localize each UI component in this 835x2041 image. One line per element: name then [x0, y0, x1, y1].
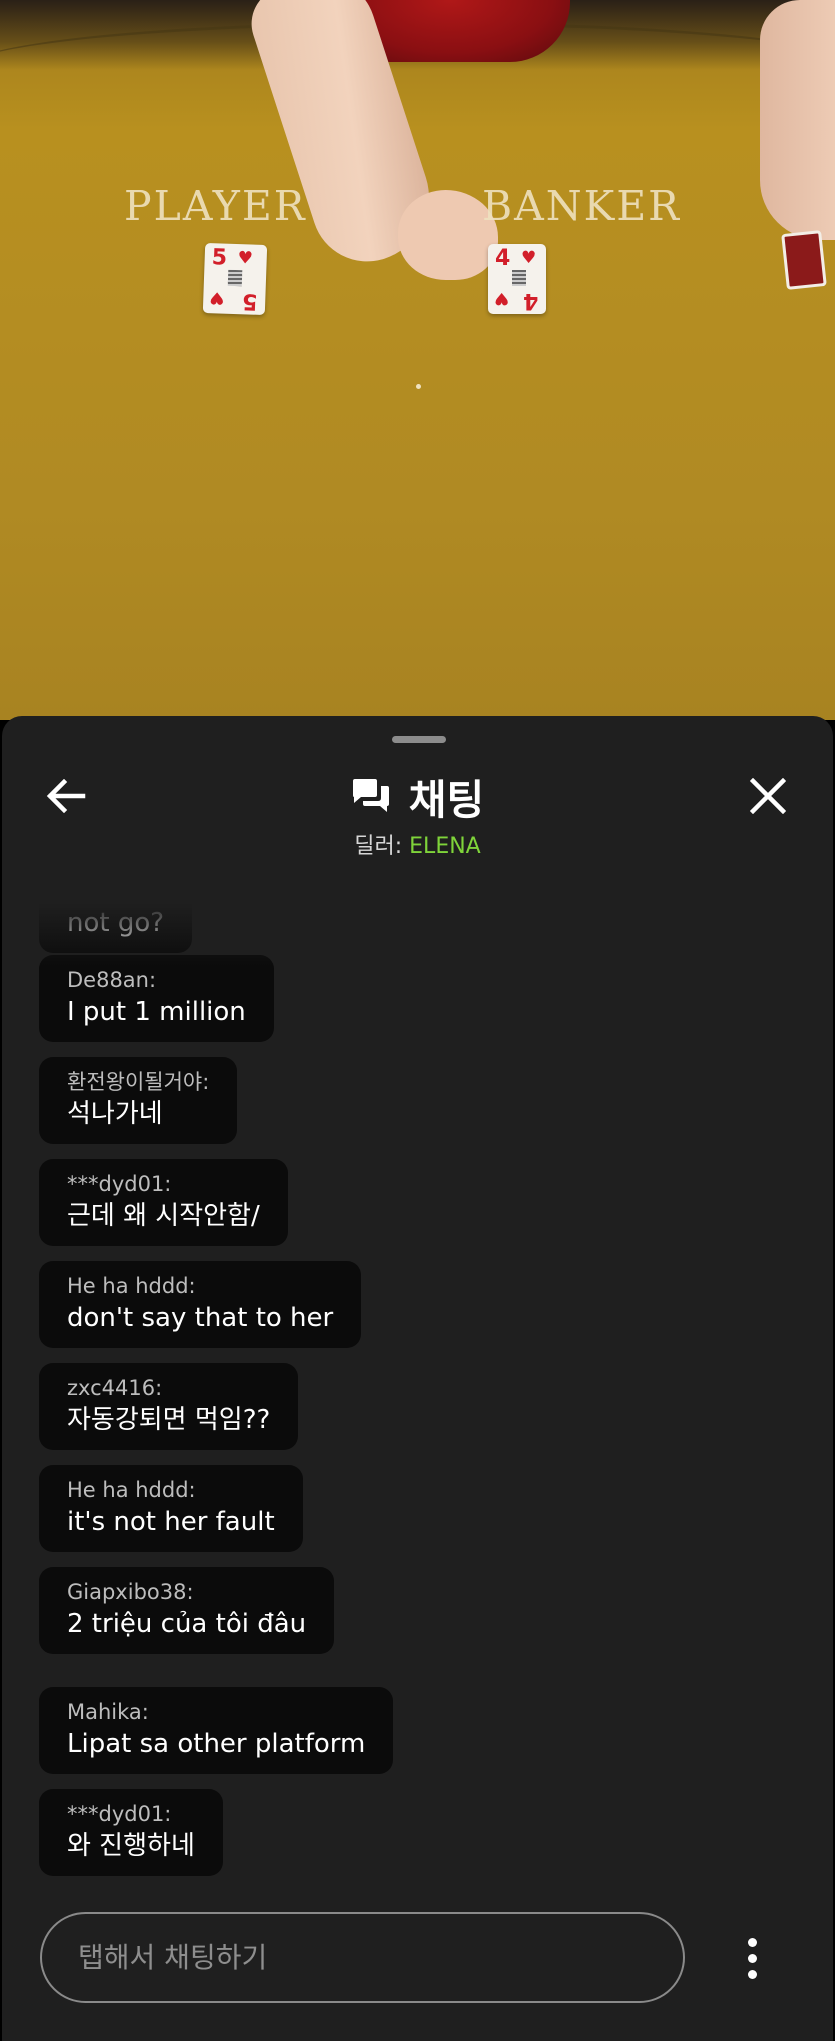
- chat-message: 환전왕이될거야: 석나가네: [39, 1057, 238, 1144]
- message-username: He ha hddd:: [67, 1478, 196, 1502]
- card-center: [512, 270, 526, 286]
- chat-message: Mahika: Lipat sa other platform: [39, 1687, 394, 1774]
- message-text: it's not her fault: [67, 1507, 275, 1537]
- message-text: 와 진행하네: [67, 1831, 195, 1861]
- message-text: 근데 왜 시작안함/: [67, 1201, 260, 1231]
- message-username: ***dyd01:: [67, 1172, 172, 1196]
- dealer-label: 딜러:: [354, 834, 410, 859]
- card-rank: 4: [495, 246, 511, 271]
- banker-table-label: BANKER: [482, 182, 682, 230]
- card-rank: 5: [241, 288, 258, 314]
- chat-message: He ha hddd: it's not her fault: [39, 1465, 303, 1552]
- message-username: Mahika:: [67, 1700, 149, 1724]
- chat-bubbles-icon: [352, 779, 389, 812]
- message-username: He ha hddd:: [67, 1274, 196, 1298]
- message-text: I put 1 million: [67, 997, 246, 1027]
- more-options-button[interactable]: [724, 1926, 780, 1990]
- message-username: zxc4416:: [67, 1376, 163, 1400]
- drag-handle[interactable]: [392, 736, 446, 743]
- chat-message: zxc4416: 자동강퇴면 먹임??: [39, 1363, 299, 1450]
- card-rank: 5: [211, 245, 228, 271]
- more-vertical-icon: [747, 1969, 757, 1979]
- close-button[interactable]: [736, 764, 800, 828]
- chat-header: 채팅: [2, 768, 833, 824]
- dealer-name: ELENA: [409, 834, 481, 859]
- dealer-info: 딜러: ELENA: [2, 828, 833, 860]
- message-list[interactable]: not go? De88an: I put 1 million 환전왕이될거야:…: [39, 896, 799, 1656]
- message-text: don't say that to her: [67, 1303, 334, 1333]
- chat-message: ***dyd01: 근데 왜 시작안함/: [39, 1159, 288, 1246]
- banker-card: 4 ♥ ♥ 4: [488, 244, 546, 314]
- chat-title: 채팅: [408, 776, 485, 824]
- message-username: Giapxibo38:: [67, 1580, 194, 1604]
- more-vertical-icon: [747, 1937, 757, 1947]
- message-username: De88an:: [67, 968, 157, 992]
- close-icon: [750, 778, 786, 814]
- card-deck: [781, 230, 827, 290]
- live-video: PLAYER BANKER 5 ♥ ♥ 5 4 ♥ ♥ 4: [0, 0, 835, 720]
- more-vertical-icon: [747, 1953, 757, 1963]
- card-suit-icon: ♥: [237, 248, 254, 269]
- dealer-right-arm: [760, 0, 835, 240]
- message-text: 자동강퇴면 먹임??: [67, 1405, 271, 1435]
- table-marker: [416, 384, 421, 389]
- chat-message: De88an: I put 1 million: [39, 955, 274, 1042]
- message-text: Lipat sa other platform: [67, 1729, 366, 1759]
- message-text: not go?: [67, 908, 165, 938]
- chat-message: He ha hddd: don't say that to her: [39, 1261, 362, 1348]
- card-center: [227, 269, 243, 287]
- player-table-label: PLAYER: [124, 182, 307, 230]
- message-text: 2 triệu của tôi đâu: [67, 1609, 307, 1639]
- card-rank: 4: [522, 288, 538, 313]
- chat-message: ***dyd01: 와 진행하네: [39, 1789, 223, 1876]
- message-username: ***dyd01:: [67, 1802, 172, 1826]
- message-username: 환전왕이될거야:: [67, 1070, 210, 1094]
- card-suit-icon: ♥: [209, 287, 225, 308]
- message-text: 석나가네: [67, 1099, 163, 1129]
- chat-message: Giapxibo38: 2 triệu của tôi đâu: [39, 1567, 335, 1654]
- chat-input[interactable]: [78, 1941, 683, 1974]
- chat-message: not go?: [39, 896, 193, 953]
- card-suit-icon: ♥: [494, 288, 510, 308]
- player-card: 5 ♥ ♥ 5: [202, 242, 268, 316]
- chat-input-box[interactable]: [40, 1912, 685, 2003]
- chat-panel: 채팅 딜러: ELENA not go? De88an: I put 1 mil…: [2, 716, 833, 2041]
- message-username: [67, 896, 164, 905]
- card-suit-icon: ♥: [521, 248, 537, 268]
